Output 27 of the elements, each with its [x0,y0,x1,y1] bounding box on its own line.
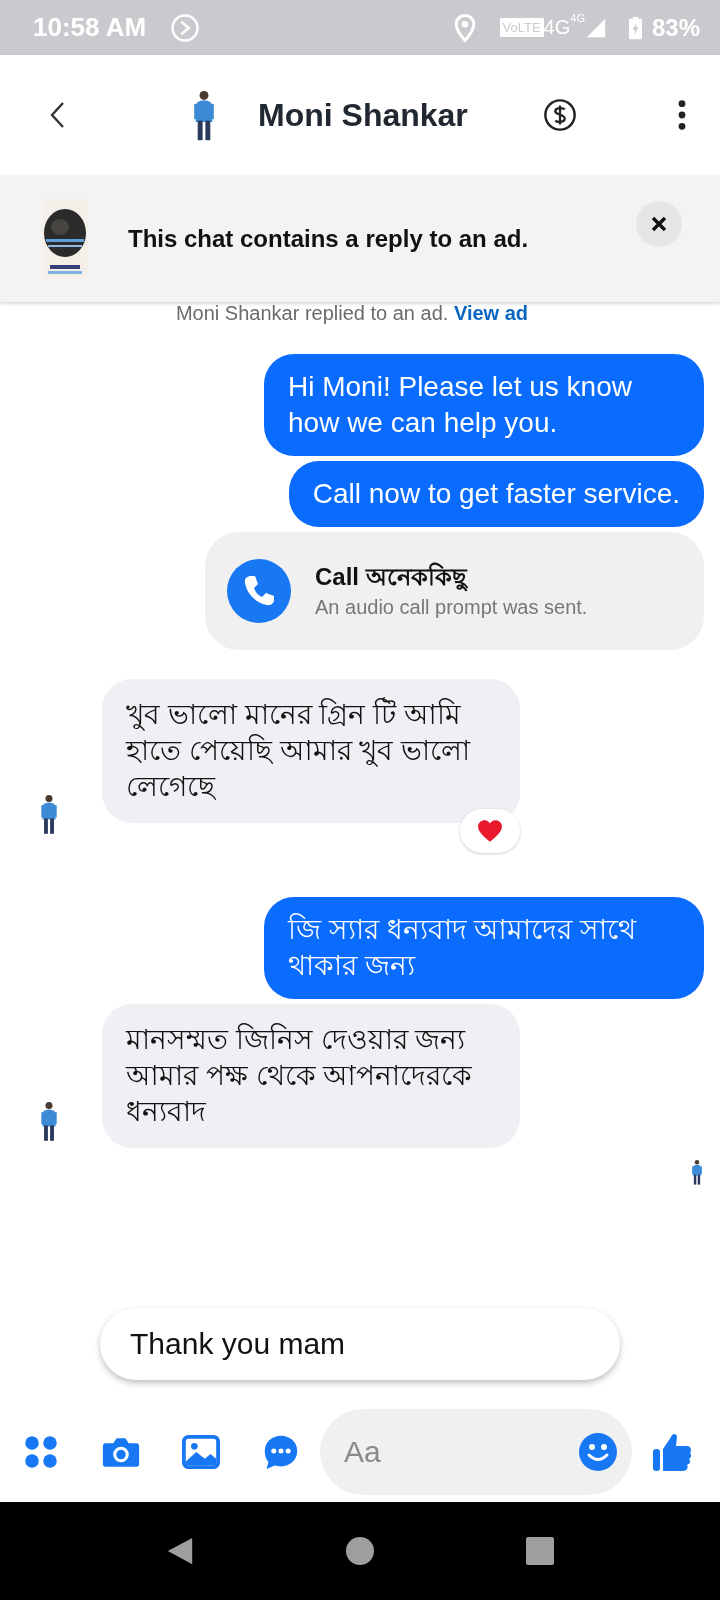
home-nav-icon[interactable] [345,1536,375,1566]
more-icon[interactable] [676,99,687,131]
chat-bubble-icon[interactable] [262,1434,300,1470]
call-subtitle: An audio call prompt was sent. [315,595,588,620]
suggested-reply[interactable]: Thank you mam [100,1308,620,1380]
ad-reply-note: Moni Shankar replied to an ad. View ad [175,302,529,324]
message-bubble: মানসম্মত জিনিস দেওয়ার জন্য আমার পক্ষ থেকে আপনাদেরকে ধন্যবাদ [102,1004,520,1148]
emoji-icon[interactable] [578,1432,618,1472]
message-field[interactable]: Aa [320,1409,632,1495]
contact-name[interactable]: Moni Shankar [258,96,468,134]
message-bubble: Hi Moni! Please let us know how we can help you. [264,354,704,456]
heart-icon [477,819,503,843]
message-bubble: জি স্যার ধন্যবাদ আমাদের সাথে থাকার জন্য [264,897,704,999]
message-bubble: Call now to get faster service. [288,461,704,527]
close-button[interactable] [636,200,682,247]
signal-icon [584,16,607,39]
thumbs-up-icon[interactable] [652,1431,692,1473]
call-title: Call অনেককিছু [315,561,469,593]
view-ad-link[interactable]: View ad [453,302,529,324]
apps-icon[interactable] [22,1434,60,1470]
phone-icon [227,559,291,623]
message-bubble: খুব ভালো মানের গ্রিন টি আমি হাতে পেয়েছি আমার খুব ভালো লেগেছে [102,679,520,823]
image-icon[interactable] [182,1434,220,1470]
dollar-icon[interactable] [542,98,577,132]
recents-nav-icon[interactable] [525,1536,555,1566]
banner-text: This chat contains a reply to an ad. [128,224,530,253]
battery-icon [628,15,642,40]
